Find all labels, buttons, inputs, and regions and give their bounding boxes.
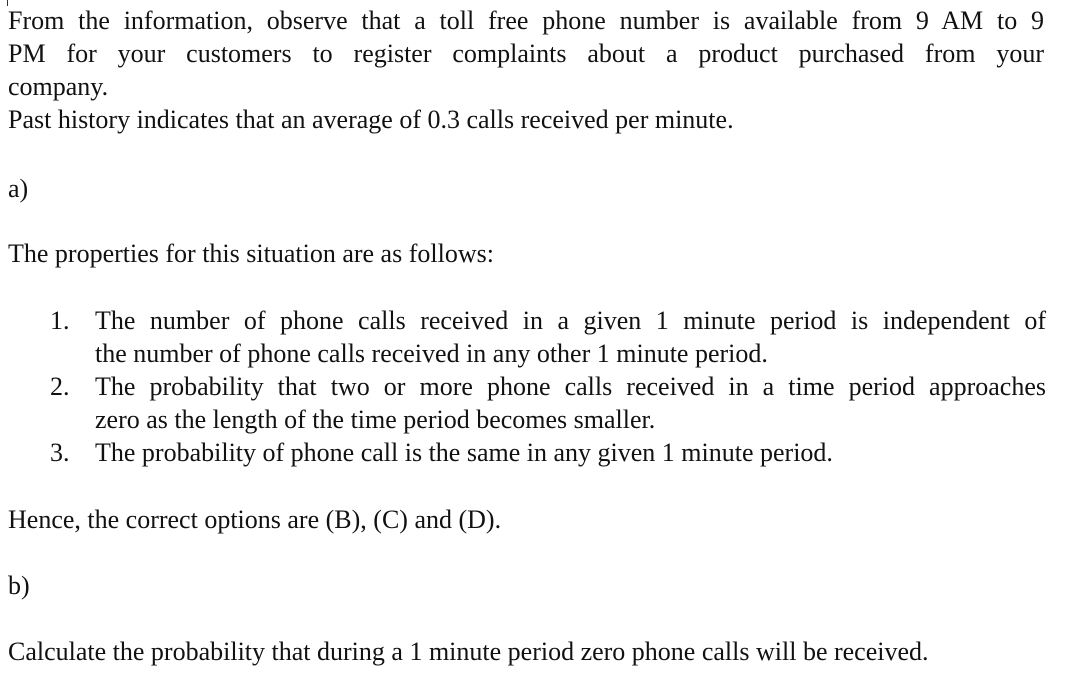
part-b-label: b) — [8, 571, 30, 600]
property-text-line: The number of phone calls received in a … — [95, 306, 1046, 335]
intro-line-4: Past history indicates that an average o… — [8, 105, 734, 134]
property-item: 3. The probability of phone call is the … — [50, 436, 1046, 469]
intro-line-3: company. — [8, 72, 109, 101]
property-item: 2. The probability that two or more phon… — [50, 370, 1046, 436]
part-b-question: Calculate the probability that during a … — [8, 637, 929, 666]
properties-list: 1. The number of phone calls received in… — [50, 304, 1046, 469]
property-number: 2. — [50, 372, 70, 401]
intro-paragraph: From the information, observe that a tol… — [8, 4, 1044, 136]
conclusion-text: Hence, the correct options are (B), (C) … — [8, 505, 502, 534]
properties-heading: The properties for this situation are as… — [8, 239, 494, 268]
property-item: 1. The number of phone calls received in… — [50, 304, 1046, 370]
intro-line-2: PM for your customers to register compla… — [8, 39, 1044, 68]
property-text-line: The probability of phone call is the sam… — [95, 438, 833, 467]
property-text-line: the number of phone calls received in an… — [95, 339, 768, 368]
property-number: 3. — [50, 438, 70, 467]
intro-line-1: From the information, observe that a tol… — [8, 6, 1044, 35]
part-a-label: a) — [8, 174, 29, 203]
property-text-line: zero as the length of the time period be… — [95, 405, 656, 434]
property-number: 1. — [50, 306, 70, 335]
property-text-line: The probability that two or more phone c… — [95, 372, 1046, 401]
